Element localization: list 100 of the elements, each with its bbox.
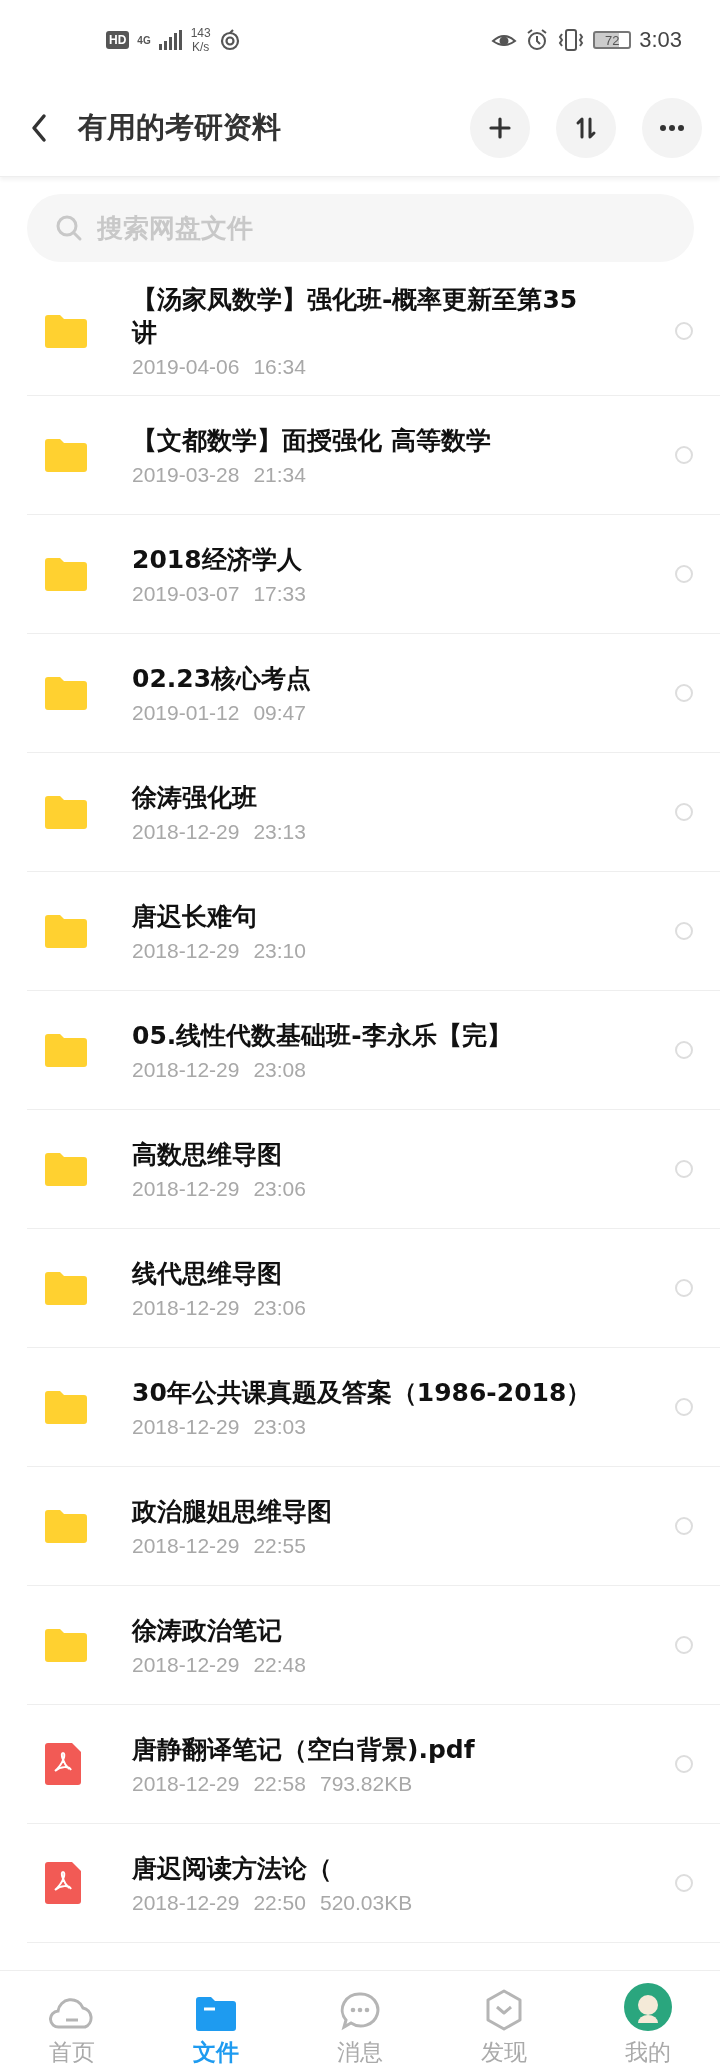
file-name: 线代思维导图: [132, 1257, 283, 1290]
file-row[interactable]: 徐涛政治笔记 2018-12-29 22:48: [27, 1586, 720, 1705]
hd-badge: HD: [106, 31, 130, 49]
folder-icon: [196, 1997, 236, 2031]
file-name: 02.23核心考点: [132, 662, 313, 695]
pdf-icon: [45, 1862, 81, 1904]
file-name: 政治腿姐思维导图: [132, 1495, 333, 1528]
file-time: 22:48: [253, 1652, 306, 1677]
select-radio[interactable]: [675, 1636, 693, 1654]
file-name: 唐迟阅读方法论（: [132, 1852, 333, 1885]
folder-title: 有用的考研资料: [78, 109, 282, 146]
file-name: 高数思维导图: [132, 1138, 283, 1171]
file-name: 唐静翻译笔记（空白背景).pdf: [132, 1733, 476, 1766]
select-radio[interactable]: [675, 1755, 693, 1773]
file-row[interactable]: 唐静翻译笔记（空白背景).pdf 2018-12-29 22:58 793.82KB: [27, 1705, 720, 1824]
file-time: 22:58: [253, 1771, 306, 1796]
file-name: 徐涛政治笔记: [132, 1614, 283, 1647]
select-radio[interactable]: [675, 1041, 693, 1059]
select-radio[interactable]: [675, 684, 693, 702]
file-row[interactable]: 【汤家凤数学】强化班-概率更新至第35讲 2019-04-06 16:34: [27, 267, 720, 396]
file-row[interactable]: 30年公共课真题及答案（1986-2018） 2018-12-29 23:03: [27, 1348, 720, 1467]
folder-icon: [45, 1509, 87, 1543]
file-date: 2018-12-29: [132, 1295, 240, 1320]
select-radio[interactable]: [675, 803, 693, 821]
clock-time: 3:03: [639, 27, 682, 53]
file-date: 2018-12-29: [132, 1533, 240, 1558]
file-date: 2018-12-29: [132, 1057, 240, 1082]
select-radio[interactable]: [675, 446, 693, 464]
folder-icon: [45, 795, 87, 829]
search-icon: [55, 214, 83, 242]
file-time: 23:06: [253, 1295, 306, 1320]
file-date: 2018-12-29: [132, 1652, 240, 1677]
select-radio[interactable]: [675, 1874, 693, 1892]
battery-icon: 72: [593, 31, 632, 49]
folder-icon: [45, 557, 87, 591]
file-time: 17:33: [253, 581, 306, 606]
chat-icon: [340, 1991, 380, 2031]
avatar-icon: [624, 1983, 672, 2031]
file-name: 【汤家凤数学】强化班-概率更新至第35讲: [132, 284, 579, 349]
file-time: 16:34: [253, 355, 306, 379]
file-date: 2018-12-29: [132, 1771, 240, 1796]
file-date: 2018-12-29: [132, 1176, 240, 1201]
file-time: 23:03: [253, 1414, 306, 1439]
file-row[interactable]: 徐涛强化班 2018-12-29 23:13: [27, 753, 720, 872]
file-row[interactable]: 线代思维导图 2018-12-29 23:06: [27, 1229, 720, 1348]
network-type: 4G: [137, 34, 151, 46]
select-radio[interactable]: [675, 322, 693, 340]
file-name: 30年公共课真题及答案（1986-2018）: [132, 1376, 593, 1409]
select-radio[interactable]: [675, 565, 693, 583]
select-radio[interactable]: [675, 922, 693, 940]
file-name: 唐迟长难句: [132, 900, 258, 933]
more-icon: [660, 125, 684, 131]
cloud-icon: [49, 1995, 95, 2031]
file-time: 21:34: [253, 462, 306, 487]
select-radio[interactable]: [675, 1517, 693, 1535]
file-time: 23:13: [253, 819, 306, 844]
folder-icon: [45, 438, 87, 472]
select-radio[interactable]: [675, 1398, 693, 1416]
file-row[interactable]: 02.23核心考点 2019-01-12 09:47: [27, 634, 720, 753]
hexagon-icon: [485, 1989, 523, 2031]
select-radio[interactable]: [675, 1279, 693, 1297]
folder-icon: [45, 1628, 87, 1662]
pdf-icon: [45, 1743, 81, 1785]
file-name: 2018经济学人: [132, 543, 303, 576]
file-name: 05.线性代数基础班-李永乐【完】: [132, 1019, 513, 1052]
folder-icon: [45, 1152, 87, 1186]
file-row[interactable]: 唐迟阅读方法论（ 2018-12-29 22:50 520.03KB: [27, 1824, 720, 1943]
speed-value: 143: [190, 26, 211, 40]
folder-icon: [45, 676, 87, 710]
file-date: 2019-04-06: [132, 355, 240, 379]
file-date: 2018-12-29: [132, 1890, 240, 1915]
file-time: 23:06: [253, 1176, 306, 1201]
file-row[interactable]: 05.线性代数基础班-李永乐【完】 2018-12-29 23:08: [27, 991, 720, 1110]
swirl-icon: [218, 29, 241, 51]
speed-unit: K/s: [192, 40, 210, 54]
file-row[interactable]: 高数思维导图 2018-12-29 23:06: [27, 1110, 720, 1229]
file-row[interactable]: 2018经济学人 2019-03-07 17:33: [27, 515, 720, 634]
file-name: 徐涛强化班: [132, 781, 258, 814]
file-date: 2018-12-29: [132, 819, 240, 844]
back-icon[interactable]: [30, 113, 48, 143]
file-time: 23:10: [253, 938, 306, 963]
file-size: 520.03KB: [320, 1890, 413, 1915]
file-time: 23:08: [253, 1057, 306, 1082]
folder-icon: [45, 1033, 87, 1067]
folder-icon: [45, 1271, 87, 1305]
add-icon: [488, 116, 512, 140]
file-date: 2019-01-12: [132, 700, 240, 725]
signal-icon: [158, 30, 183, 50]
file-date: 2019-03-07: [132, 581, 240, 606]
file-time: 22:55: [253, 1533, 306, 1558]
file-date: 2018-12-29: [132, 938, 240, 963]
folder-icon: [45, 914, 87, 948]
file-date: 2018-12-29: [132, 1414, 240, 1439]
folder-icon: [45, 1390, 87, 1424]
file-row[interactable]: 【文都数学】面授强化 高等数学 2019-03-28 21:34: [27, 396, 720, 515]
vibrate-icon: [557, 28, 586, 52]
file-size: 793.82KB: [320, 1771, 413, 1796]
file-row[interactable]: 政治腿姐思维导图 2018-12-29 22:55: [27, 1467, 720, 1586]
select-radio[interactable]: [675, 1160, 693, 1178]
file-row[interactable]: 唐迟长难句 2018-12-29 23:10: [27, 872, 720, 991]
